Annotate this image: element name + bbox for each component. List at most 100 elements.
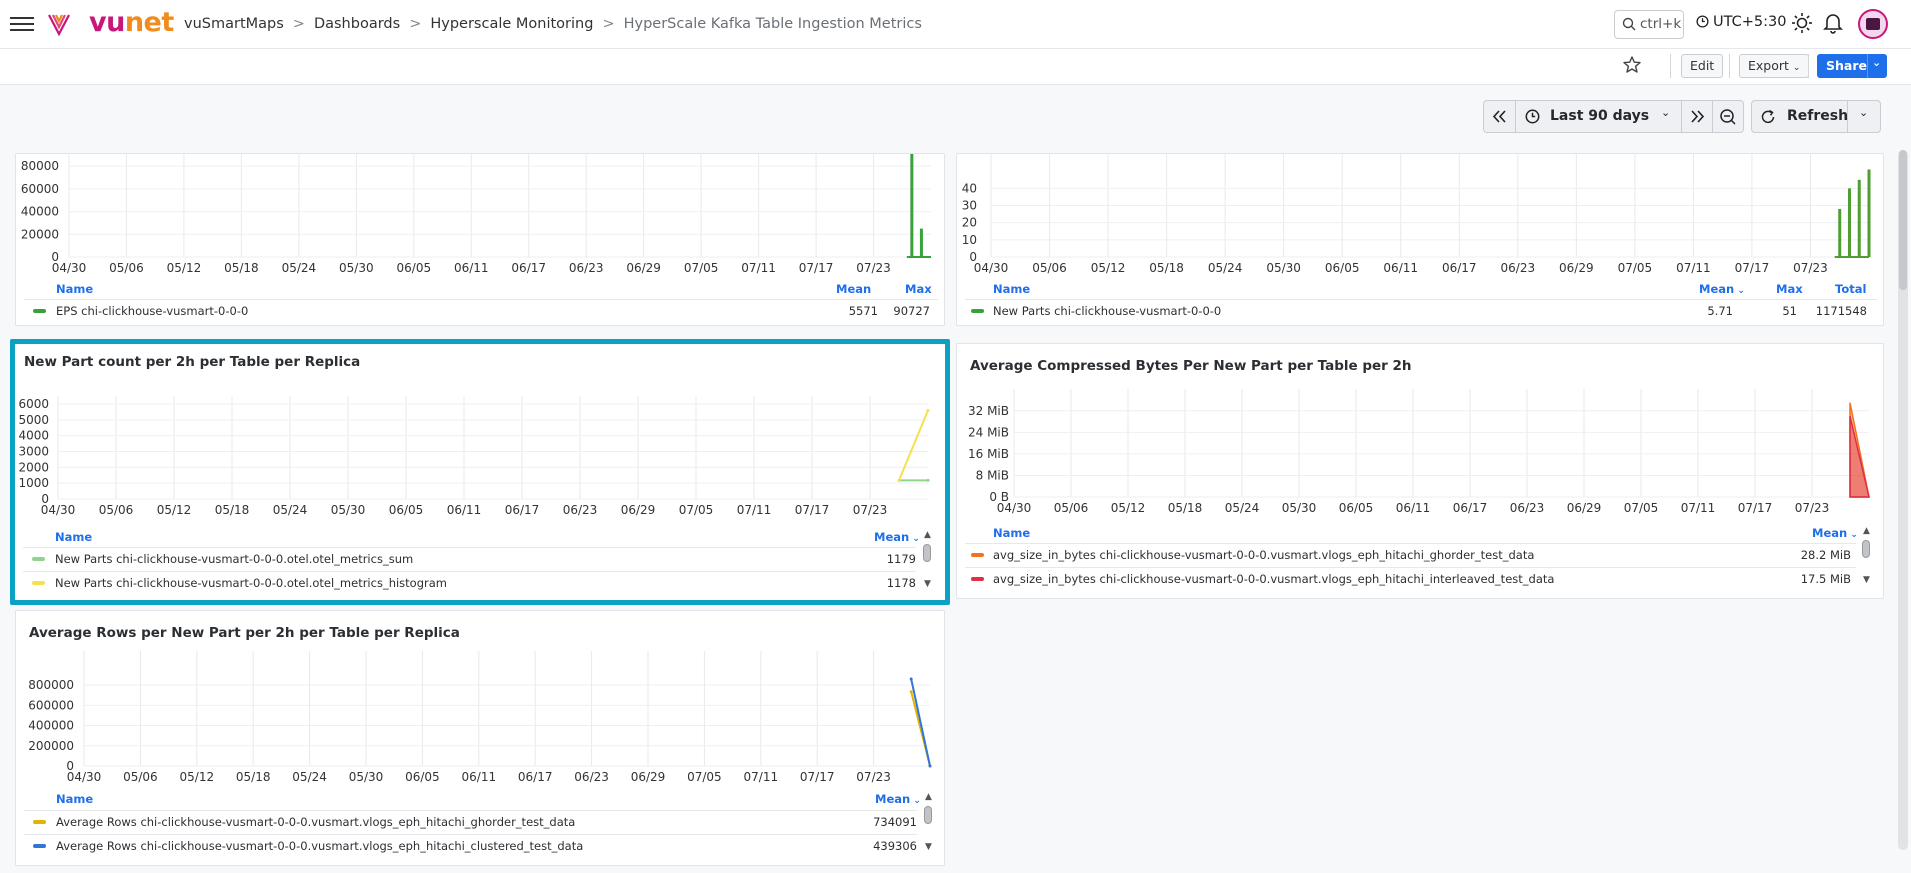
chevron-down-icon: ⌄: [1661, 106, 1671, 119]
breadcrumb-hyperscale-monitoring[interactable]: Hyperscale Monitoring: [430, 16, 593, 32]
legend-scroll-up-icon[interactable]: ▲: [924, 530, 931, 540]
breadcrumb-vusmartmaps[interactable]: vuSmartMaps: [184, 16, 284, 32]
shift-back-button[interactable]: [1484, 101, 1516, 132]
data-point: [897, 478, 901, 482]
legend-scrollbar[interactable]: [1862, 540, 1870, 558]
legend-header-name[interactable]: Name: [56, 282, 93, 296]
data-point: [926, 408, 930, 412]
page-scrollbar-thumb[interactable]: [1899, 150, 1907, 290]
legend-value-max: 90727: [893, 304, 930, 318]
legend-series-name: avg_size_in_bytes chi-clickhouse-vusmart…: [993, 548, 1535, 562]
y-tick-label: 800000: [28, 678, 74, 692]
legend-header-max[interactable]: Max: [905, 282, 932, 296]
legend-scroll-up-icon[interactable]: ▲: [925, 792, 932, 802]
legend-header-mean[interactable]: Mean ⌄: [874, 530, 920, 544]
breadcrumb-dashboards[interactable]: Dashboards: [314, 16, 400, 32]
data-point: [909, 677, 913, 681]
legend-header-mean[interactable]: Mean: [836, 282, 871, 296]
hamburger-icon[interactable]: [10, 14, 34, 34]
x-tick-label: 05/30: [349, 770, 384, 784]
avatar[interactable]: [1858, 9, 1888, 39]
breadcrumb-current-page: HyperScale Kafka Table Ingestion Metrics: [623, 16, 922, 32]
x-tick-label: 07/23: [1795, 501, 1830, 515]
x-tick-label: 07/23: [1793, 261, 1828, 274]
double-chevron-right-icon: [1691, 110, 1705, 123]
export-button[interactable]: Export ⌄: [1739, 54, 1810, 78]
toolbar-divider: [1670, 54, 1671, 78]
legend-row[interactable]: avg_size_in_bytes chi-clickhouse-vusmart…: [965, 543, 1856, 565]
timezone-selector[interactable]: UTC+5:30: [1696, 14, 1786, 30]
legend-row[interactable]: EPS chi-clickhouse-vusmart-0-0-0 5571 90…: [24, 299, 938, 321]
chevron-down-icon[interactable]: ⌄: [1872, 56, 1881, 69]
y-tick-label: 5000: [18, 413, 49, 427]
legend-header-mean[interactable]: Mean ⌄: [875, 792, 921, 806]
legend-scroll-down-icon[interactable]: ▼: [1863, 575, 1870, 585]
panel-new-parts[interactable]: 04/30 05/06 05/12 05/18 05/24 05/30 06/05 06/11…: [956, 153, 1884, 326]
x-tick-label: 05/06: [99, 503, 134, 517]
legend-scrollbar[interactable]: [924, 806, 932, 824]
panel-avg-rows[interactable]: Average Rows per New Part per 2h per Tab…: [15, 610, 945, 866]
search-input[interactable]: ctrl+k: [1614, 10, 1684, 39]
panel-new-part-count[interactable]: New Part count per 2h per Table per Repl…: [10, 339, 950, 605]
x-tick-label: 05/06: [1032, 261, 1067, 274]
sun-icon[interactable]: [1791, 12, 1813, 34]
bar: [1838, 208, 1842, 257]
x-tick-label: 07/17: [799, 261, 834, 274]
x-tick-label: 06/29: [631, 770, 666, 784]
legend-row[interactable]: Average Rows chi-clickhouse-vusmart-0-0-…: [24, 834, 917, 856]
vunet-logo-icon: [48, 14, 70, 37]
x-tick-label: 05/12: [180, 770, 215, 784]
series-line: [910, 678, 931, 767]
time-range-picker[interactable]: Last 90 days ⌄: [1516, 101, 1682, 132]
legend-row[interactable]: New Parts chi-clickhouse-vusmart-0-0-0 5…: [965, 299, 1877, 321]
legend-header-total[interactable]: Total: [1835, 282, 1866, 296]
refresh-controls: Refresh ⌄: [1751, 100, 1881, 133]
legend-scroll-down-icon[interactable]: ▼: [924, 579, 931, 589]
legend-header-mean[interactable]: Mean ⌄: [1699, 282, 1745, 296]
zoom-out-button[interactable]: [1713, 101, 1743, 132]
legend-header-mean[interactable]: Mean ⌄: [1812, 526, 1858, 540]
legend-row[interactable]: avg_size_in_bytes chi-clickhouse-vusmart…: [965, 567, 1856, 589]
legend-header-max[interactable]: Max: [1776, 282, 1803, 296]
x-tick-label: 06/05: [1339, 501, 1374, 515]
refresh-interval-dropdown[interactable]: ⌄: [1848, 101, 1880, 132]
legend-scroll-down-icon[interactable]: ▼: [925, 842, 932, 852]
bar: [1847, 188, 1851, 257]
panel-avg-compressed-bytes[interactable]: Average Compressed Bytes Per New Part pe…: [956, 343, 1884, 599]
bell-icon[interactable]: [1823, 12, 1843, 34]
toolbar-divider: [1729, 54, 1730, 78]
y-tick-label: 24 MiB: [968, 425, 1009, 439]
legend-scrollbar[interactable]: [923, 544, 931, 562]
legend-header-name[interactable]: Name: [993, 282, 1030, 296]
edit-button[interactable]: Edit: [1681, 54, 1724, 78]
legend-header-name[interactable]: Name: [55, 530, 92, 544]
x-tick-label: 07/11: [741, 261, 776, 274]
legend-header-name[interactable]: Name: [56, 792, 93, 806]
top-navbar: vunet vuSmartMaps > Dashboards > Hyperscale …: [0, 0, 1911, 49]
search-icon: [1622, 17, 1636, 31]
legend-row[interactable]: New Parts chi-clickhouse-vusmart-0-0-0.o…: [23, 571, 916, 593]
legend-row[interactable]: New Parts chi-clickhouse-vusmart-0-0-0.o…: [23, 547, 916, 569]
shift-forward-button[interactable]: [1682, 101, 1713, 132]
toolbar-divider: [1808, 54, 1809, 78]
series-swatch: [971, 309, 984, 313]
x-tick-label: 07/23: [853, 503, 888, 517]
legend-value-mean: 5571: [848, 304, 878, 318]
x-tick-label: 07/17: [1735, 261, 1770, 274]
legend-header-name[interactable]: Name: [993, 526, 1030, 540]
new-parts-chart: 04/30 05/06 05/12 05/18 05/24 05/30 06/05 06/11…: [962, 154, 1871, 274]
panel-eps[interactable]: 04/30 05/06 05/12 05/18 05/24 05/30 06/05 06/11…: [15, 153, 945, 326]
page-scrollbar[interactable]: [1898, 150, 1908, 850]
y-tick-label: 400000: [28, 719, 74, 733]
vunet-logo-text: vunet: [89, 7, 174, 38]
x-tick-label: 06/29: [626, 261, 661, 274]
share-button[interactable]: Share ⌄: [1817, 54, 1887, 78]
legend-row[interactable]: Average Rows chi-clickhouse-vusmart-0-0-…: [24, 810, 917, 832]
chevron-down-icon: ⌄: [909, 534, 920, 544]
refresh-button[interactable]: Refresh: [1752, 101, 1848, 132]
series-swatch: [32, 581, 45, 585]
series-line: [898, 409, 929, 481]
y-tick-label: 4000: [18, 429, 49, 443]
star-icon[interactable]: [1622, 55, 1642, 75]
legend-scroll-up-icon[interactable]: ▲: [1863, 526, 1870, 536]
